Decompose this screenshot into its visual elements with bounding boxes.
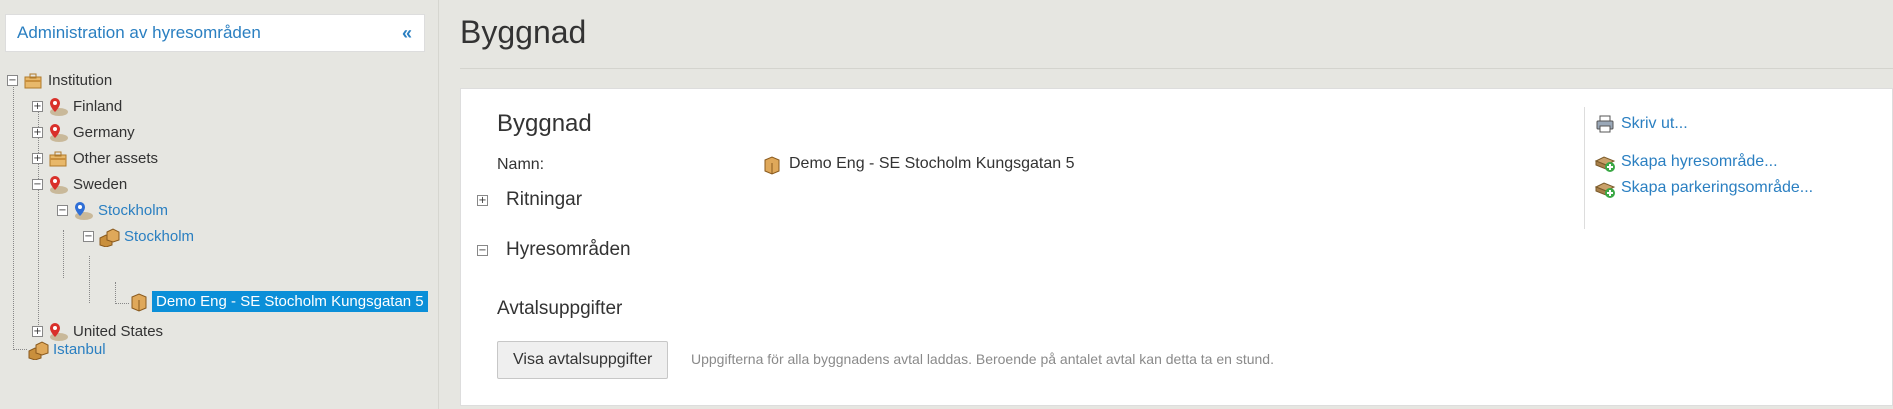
tree-item-other-assets[interactable]: + Other assets bbox=[32, 145, 158, 171]
expand-toggle[interactable]: + bbox=[32, 100, 43, 112]
name-value: Demo Eng - SE Stocholm Kungsgatan 5 bbox=[761, 153, 1075, 175]
tree-item-finland[interactable]: + Finland bbox=[32, 93, 122, 119]
building-name: Demo Eng - SE Stocholm Kungsgatan 5 bbox=[789, 155, 1075, 172]
create-rental-area-label: Skapa hyresområde... bbox=[1621, 153, 1778, 170]
tree-item-stockholm-city[interactable]: − Stockholm bbox=[57, 197, 168, 223]
map-pin-red-icon bbox=[47, 121, 69, 143]
collapse-toggle[interactable]: − bbox=[57, 204, 68, 216]
print-link[interactable]: Skriv ut... bbox=[1594, 113, 1688, 135]
map-pin-red-icon bbox=[47, 173, 69, 195]
briefcase-icon bbox=[47, 147, 69, 169]
tree-item-sweden[interactable]: − Sweden bbox=[32, 171, 127, 197]
location-tree: − Institution + Finland + Germany + Othe… bbox=[0, 60, 438, 380]
buildings-icon bbox=[98, 225, 120, 248]
section-drawings-label: Ritningar bbox=[506, 189, 583, 210]
sidebar: Administration av hyresområden « − Insti… bbox=[0, 0, 439, 409]
sidebar-header: Administration av hyresområden « bbox=[5, 14, 425, 52]
section-rental-areas-label: Hyresområden bbox=[506, 239, 631, 260]
page-title: Byggnad bbox=[460, 14, 587, 50]
tree-item-label: Finland bbox=[73, 97, 123, 115]
create-parking-area-label: Skapa parkeringsområde... bbox=[1621, 179, 1814, 196]
section-rental-areas[interactable]: − Hyresområden bbox=[477, 239, 631, 261]
tree-item-label: Sweden bbox=[73, 175, 128, 193]
tree-item-institution[interactable]: − Institution bbox=[7, 67, 112, 93]
add-area-icon bbox=[1594, 151, 1616, 173]
map-pin-blue-icon bbox=[72, 199, 94, 221]
expand-toggle[interactable]: + bbox=[477, 194, 488, 206]
panel-title: Byggnad bbox=[497, 110, 592, 137]
collapse-toggle[interactable]: − bbox=[83, 230, 94, 242]
buildings-icon bbox=[27, 338, 49, 361]
collapse-sidebar-button[interactable]: « bbox=[402, 23, 412, 44]
section-drawings[interactable]: + Ritningar bbox=[477, 189, 582, 211]
sidebar-title: Administration av hyresområden bbox=[17, 23, 261, 42]
show-contract-details-button[interactable]: Visa avtalsuppgifter bbox=[497, 341, 669, 379]
tree-item-label: Germany bbox=[73, 123, 135, 141]
collapse-toggle[interactable]: − bbox=[477, 244, 488, 256]
tree-item-label: Demo Eng - SE Stocholm Kungsgatan 5 bbox=[152, 290, 428, 312]
tree-item-selected-building[interactable]: Demo Eng - SE Stocholm Kungsgatan 5 bbox=[128, 288, 428, 314]
tree-item-istanbul[interactable]: Istanbul bbox=[27, 336, 106, 362]
tree-item-label[interactable]: Stockholm bbox=[124, 228, 194, 245]
briefcase-icon bbox=[22, 69, 44, 91]
expand-toggle[interactable]: + bbox=[32, 126, 43, 138]
create-rental-area-link[interactable]: Skapa hyresområde... bbox=[1594, 151, 1778, 173]
tree-item-label[interactable]: Stockholm bbox=[98, 202, 168, 219]
map-pin-red-icon bbox=[47, 95, 69, 117]
expand-toggle[interactable]: + bbox=[32, 325, 43, 337]
print-label: Skriv ut... bbox=[1621, 115, 1688, 132]
building-icon bbox=[128, 290, 150, 312]
tree-item-label[interactable]: Istanbul bbox=[53, 341, 106, 358]
collapse-toggle[interactable]: − bbox=[7, 74, 18, 86]
add-parking-icon bbox=[1594, 177, 1616, 199]
divider bbox=[460, 68, 1893, 69]
collapse-toggle[interactable]: − bbox=[32, 178, 43, 190]
tree-item-stockholm-buildings[interactable]: − Stockholm bbox=[83, 223, 194, 249]
contract-details-title: Avtalsuppgifter bbox=[497, 298, 623, 319]
expand-toggle[interactable]: + bbox=[32, 152, 43, 164]
building-icon bbox=[761, 153, 783, 175]
name-label: Namn: bbox=[497, 156, 545, 173]
tree-item-label: Other assets bbox=[73, 149, 159, 167]
actions-divider bbox=[1584, 107, 1585, 229]
create-parking-area-link[interactable]: Skapa parkeringsområde... bbox=[1594, 177, 1813, 199]
building-panel: Byggnad Namn: Demo Eng - SE Stocholm Kun… bbox=[460, 88, 1893, 406]
printer-icon bbox=[1594, 113, 1616, 135]
tree-item-germany[interactable]: + Germany bbox=[32, 119, 135, 145]
loading-hint: Uppgifterna för alla byggnadens avtal la… bbox=[691, 351, 1274, 367]
tree-item-label: Institution bbox=[48, 71, 113, 89]
